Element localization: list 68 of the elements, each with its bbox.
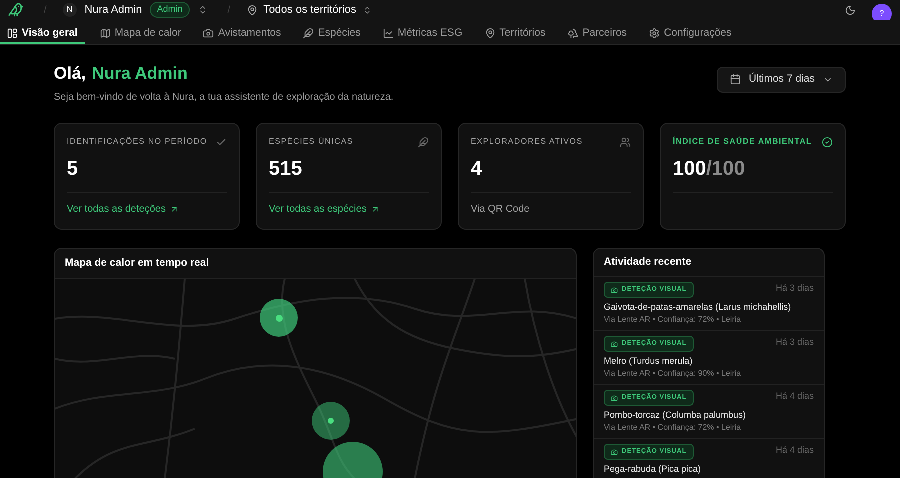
user-initial-avatar: N <box>62 3 77 17</box>
detection-details: Via Lente AR • Confiança: 90% • Leiria <box>604 368 742 380</box>
stat-max-value: /100 <box>706 157 746 182</box>
welcome-subtitle: Seja bem-vindo de volta à Nura, a tua assistente de exploração da natureza. <box>54 91 394 106</box>
stat-label: IDENTIFICAÇÕES NO PERÍODO <box>67 136 208 148</box>
nav-tab[interactable]: Mapa de calor <box>92 26 188 44</box>
stat-label: ESPÉCIES ÚNICAS <box>269 136 354 148</box>
role-badge: Admin <box>150 2 190 18</box>
camera-icon <box>611 394 618 402</box>
species-name: Melro (Turdus merula) <box>604 355 694 368</box>
map-pin-icon <box>246 4 258 16</box>
species-name: Pega-rabuda (Pica pica) <box>604 463 702 476</box>
greeting-user-name: Nura Admin <box>92 62 188 85</box>
camera-icon <box>203 28 214 40</box>
stat-label: ÍNDICE DE SAÚDE AMBIENTAL <box>673 136 812 148</box>
territory-selector[interactable]: Todos os territórios <box>246 2 372 18</box>
stat-value: 515 <box>269 157 302 182</box>
nav-tab[interactable]: Avistamentos <box>196 26 288 44</box>
greeting-text: Olá, <box>54 62 86 85</box>
activity-time: Há 3 dias <box>776 336 814 348</box>
dashboard-icon <box>7 28 18 40</box>
stat-label: EXPLORADORES ATIVOS <box>471 136 583 148</box>
detection-details: Via Lente AR • Confiança: 72% • Leiria <box>604 314 742 326</box>
stat-value: 5 <box>67 157 78 182</box>
species-name: Gaivota-de-patas-amarelas (Larus michahellis) <box>604 301 792 314</box>
panel-title: Atividade recente <box>604 254 692 270</box>
dark-mode-icon[interactable] <box>845 4 856 16</box>
check-icon <box>216 136 227 148</box>
breadcrumb-separator: / <box>228 4 231 18</box>
chevrons-up-down-icon[interactable] <box>198 5 208 15</box>
feather-icon <box>303 28 314 40</box>
user-name: Nura Admin <box>84 2 142 18</box>
period-dropdown[interactable]: Últimos 7 dias <box>717 66 846 93</box>
detection-details: Via Lente AR • Confiança: 72% • Leiria <box>604 422 742 434</box>
map-icon <box>100 28 111 40</box>
nav-tab[interactable]: Visão geral <box>0 26 85 44</box>
nav-tab[interactable]: Territórios <box>478 26 553 44</box>
nav-tab[interactable]: Métricas ESG <box>376 26 470 44</box>
arrow-up-right-icon <box>370 205 380 214</box>
bird-logo-icon[interactable] <box>8 2 24 18</box>
nav-tab[interactable]: Configurações <box>642 26 739 44</box>
heat-spot <box>312 402 350 440</box>
species-name: Pombo-torcaz (Columba palumbus) <box>604 409 748 422</box>
feather-icon <box>418 136 429 148</box>
breadcrumb-separator: / <box>44 4 47 18</box>
camera-icon <box>611 448 618 456</box>
settings-icon <box>649 28 660 40</box>
panel-title: Mapa de calor em tempo real <box>65 256 210 271</box>
users-icon <box>620 136 631 148</box>
view-all-link[interactable]: Ver todas as deteções <box>67 202 179 218</box>
nav-tab[interactable]: Espécies <box>296 26 368 44</box>
nav-tab[interactable]: Parceiros <box>560 26 634 44</box>
camera-icon <box>611 286 618 294</box>
activity-time: Há 4 dias <box>776 444 814 456</box>
map-pin-icon <box>484 28 496 40</box>
activity-time: Há 4 dias <box>776 390 814 402</box>
trees-icon <box>568 28 579 40</box>
camera-icon <box>611 340 618 348</box>
line-chart-icon <box>382 28 394 40</box>
view-all-link[interactable]: Ver todas as espécies <box>269 202 380 218</box>
calendar-icon <box>730 74 742 86</box>
activity-time: Há 3 dias <box>776 282 814 294</box>
stat-note: Via QR Code <box>471 203 530 218</box>
stat-value: 100 <box>673 157 706 182</box>
check-circle-icon <box>822 136 833 148</box>
arrow-up-right-icon <box>170 205 179 214</box>
chevrons-up-down-icon <box>362 6 372 14</box>
stat-value: 4 <box>471 157 482 182</box>
